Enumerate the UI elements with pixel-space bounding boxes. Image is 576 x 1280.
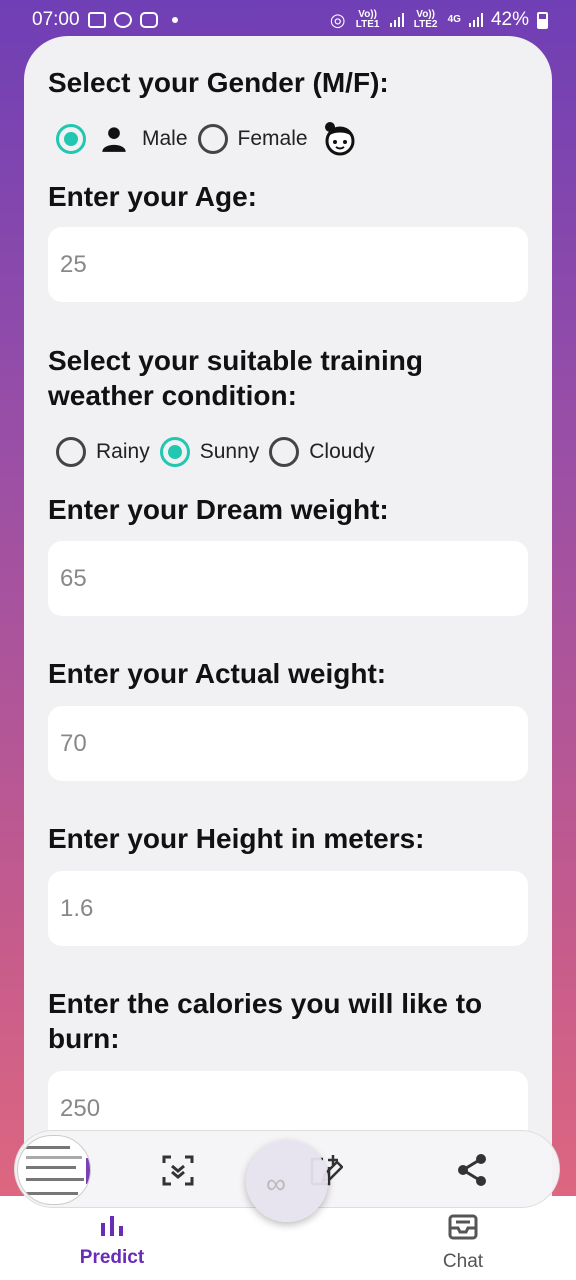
dream-weight-input[interactable]: [60, 564, 528, 593]
dream-weight-field[interactable]: [48, 541, 528, 616]
sunny-label: Sunny: [199, 440, 260, 463]
weather-heading: Select your suitable training weather co…: [48, 345, 423, 411]
whatsapp-icon: [113, 12, 132, 28]
scan-icon[interactable]: [161, 1153, 195, 1187]
notification-dot-icon: [171, 17, 178, 23]
nav-chat[interactable]: Chat: [403, 1214, 523, 1273]
floating-action-button[interactable]: ∞: [246, 1140, 328, 1222]
height-field[interactable]: [48, 871, 528, 946]
height-input[interactable]: [60, 894, 528, 923]
rainy-label: Rainy: [96, 440, 150, 463]
calories-heading: Enter the calories you will like to burn…: [48, 988, 483, 1054]
inbox-icon: [448, 1214, 478, 1240]
nav-predict-label: Predict: [79, 1247, 145, 1268]
instagram-icon: [139, 12, 158, 28]
sim2-label: Vo)) LTE2: [413, 9, 438, 30]
infinity-icon: ∞: [266, 1168, 286, 1199]
height-heading: Enter your Height in meters:: [48, 823, 425, 854]
actual-weight-heading: Enter your Actual weight:: [48, 658, 387, 689]
nav-predict[interactable]: Predict: [52, 1214, 172, 1269]
screenshot-thumbnail[interactable]: [17, 1135, 91, 1205]
gallery-icon: [87, 12, 106, 28]
radio-rainy[interactable]: [56, 437, 86, 467]
cloudy-label: Cloudy: [309, 440, 375, 463]
hotspot-icon: ◎: [329, 9, 346, 30]
male-label: Male: [142, 127, 188, 150]
sim1-label: Vo)) LTE1: [355, 9, 380, 30]
battery-icon: [537, 11, 548, 29]
bar-chart-icon: [101, 1216, 123, 1236]
signal2-icon: [468, 13, 483, 27]
radio-male[interactable]: [56, 124, 86, 154]
status-time: 07:00: [32, 9, 80, 30]
radio-sunny[interactable]: [159, 437, 190, 467]
age-heading: Enter your Age:: [48, 181, 257, 212]
status-bar: 07:00 ◎ Vo)) LTE1 Vo)) LTE2 4G 42%: [0, 0, 576, 40]
dream-weight-heading: Enter your Dream weight:: [48, 494, 389, 525]
age-field[interactable]: [48, 227, 528, 302]
actual-weight-field[interactable]: [48, 706, 528, 781]
gender-options: Male Female: [56, 121, 358, 157]
gender-heading: Select your Gender (M/F):: [48, 67, 389, 98]
radio-cloudy[interactable]: [269, 437, 300, 467]
share-icon[interactable]: [455, 1153, 489, 1187]
radio-female[interactable]: [197, 124, 228, 154]
actual-weight-input[interactable]: [60, 729, 528, 758]
weather-options: Rainy Sunny Cloudy: [56, 437, 385, 467]
calories-input[interactable]: [60, 1094, 528, 1123]
female-face-icon: [324, 122, 355, 156]
age-input[interactable]: [60, 250, 528, 279]
nav-chat-label: Chat: [442, 1251, 484, 1272]
male-person-icon: [102, 127, 126, 152]
signal1-icon: [389, 13, 404, 27]
female-label: Female: [237, 127, 308, 150]
battery-percent: 42%: [490, 9, 529, 30]
network-type: 4G: [447, 14, 461, 25]
